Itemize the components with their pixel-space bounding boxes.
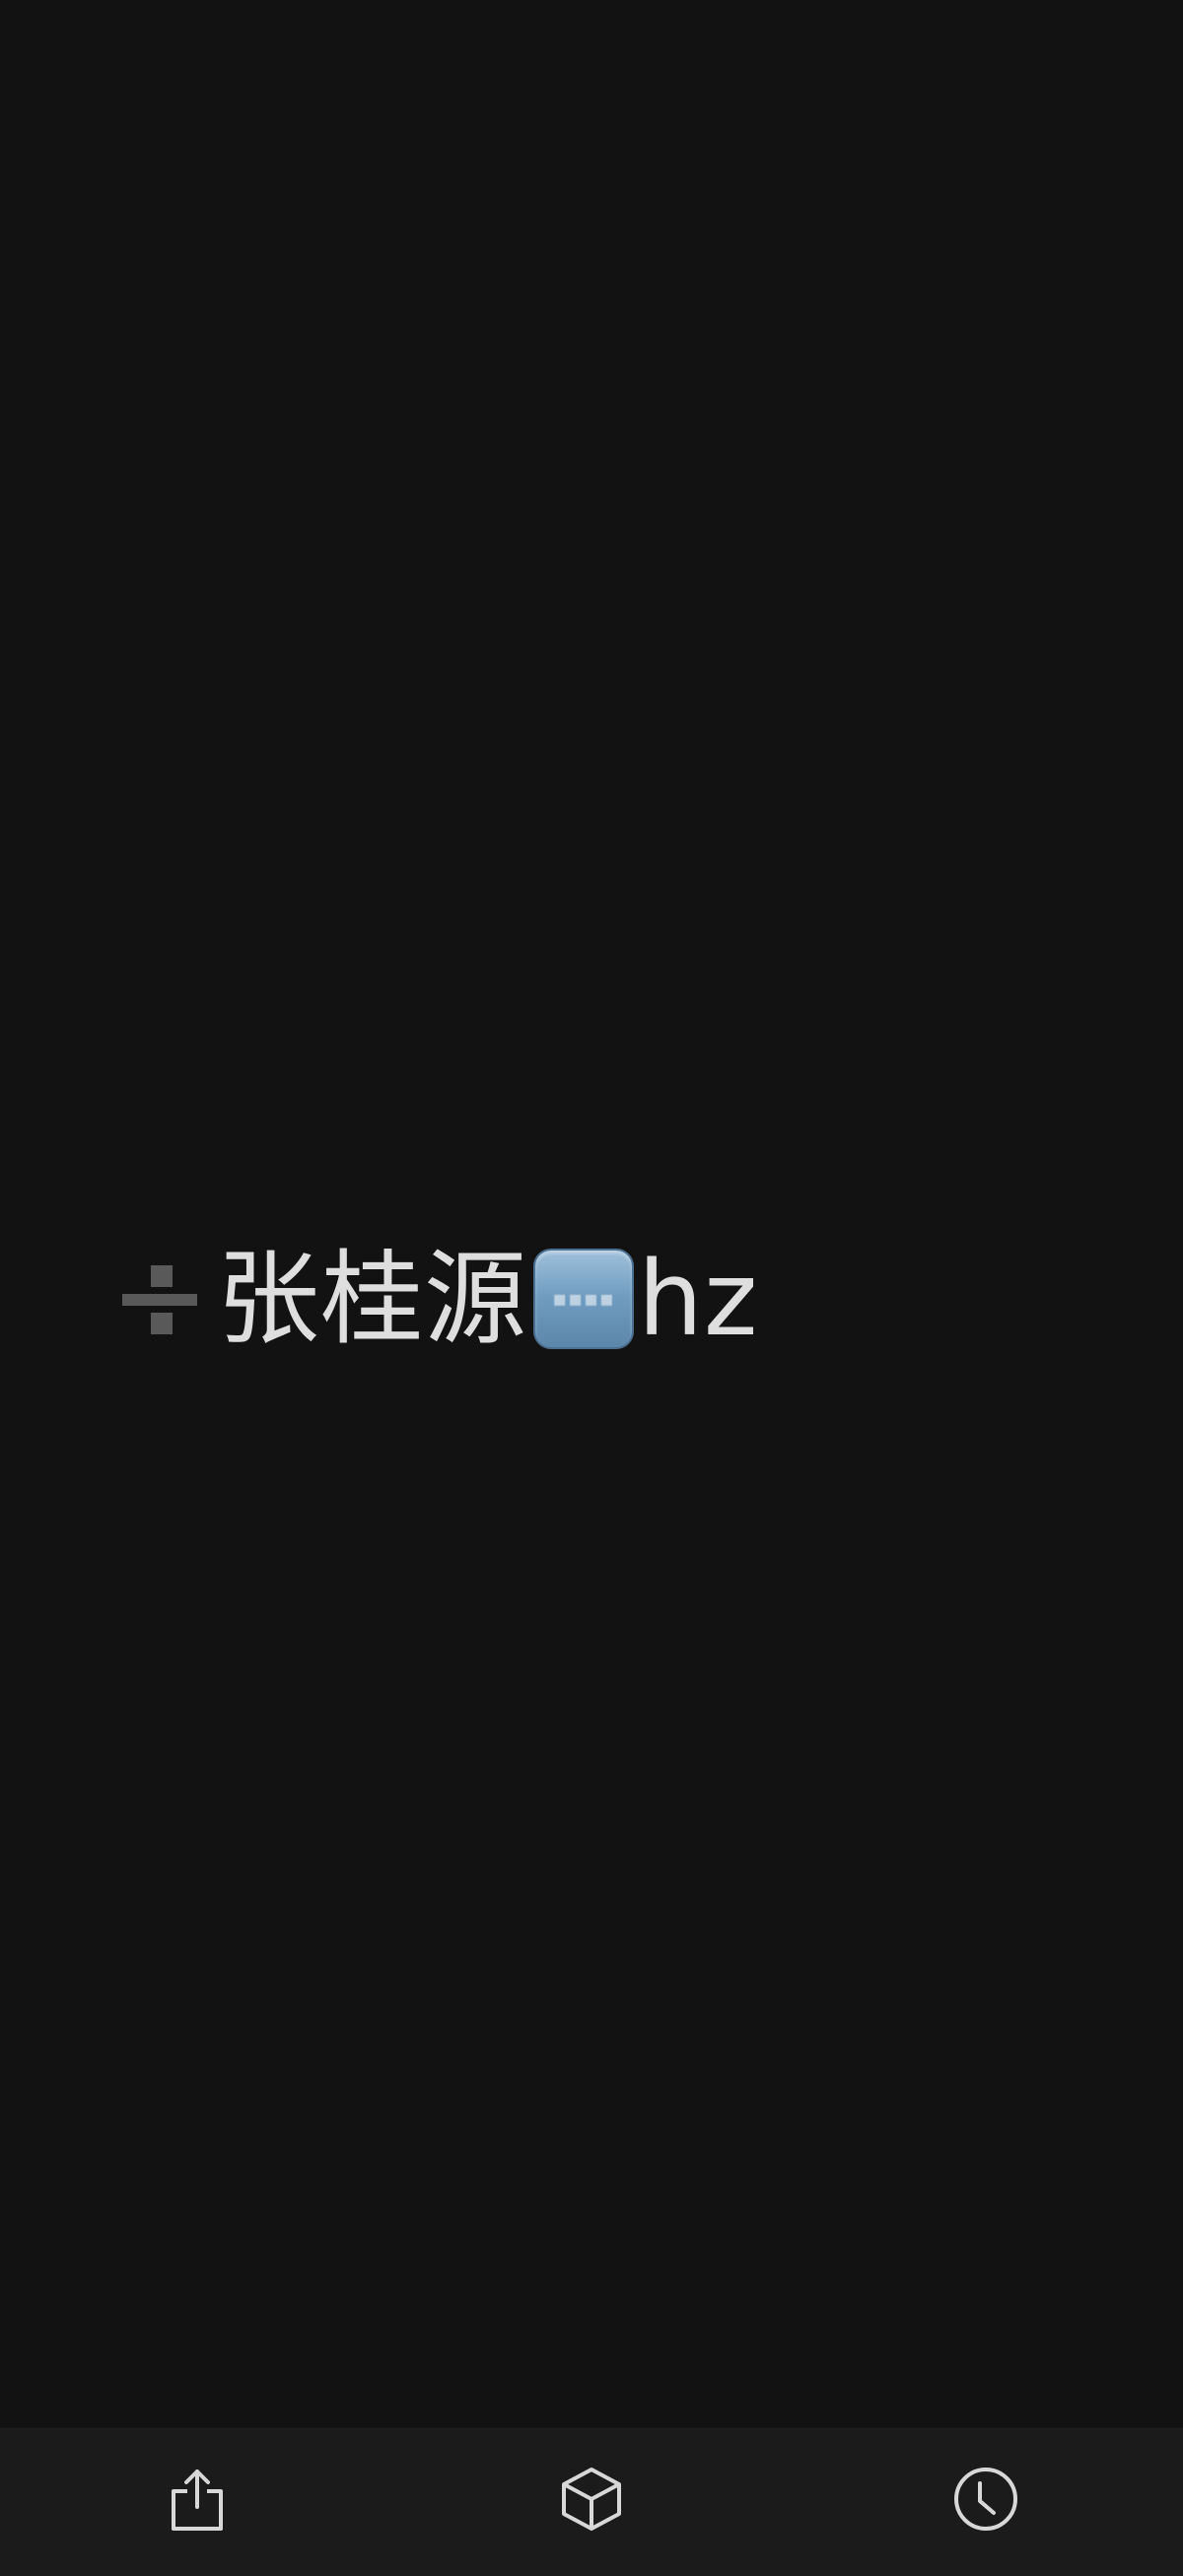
share-button[interactable] bbox=[148, 2450, 246, 2548]
bottom-toolbar bbox=[0, 2428, 1183, 2576]
badge-blurred-glyphs: ▪▪▪▪ bbox=[552, 1286, 615, 1312]
caption-suffix: hz bbox=[638, 1239, 759, 1359]
blue-key-badge-icon: ▪▪▪▪ bbox=[533, 1249, 635, 1349]
3d-view-button[interactable] bbox=[542, 2450, 641, 2548]
caption-row: 张桂源 ▪▪▪▪ hz bbox=[118, 1245, 759, 1353]
caption-name: 张桂源 bbox=[217, 1239, 528, 1359]
divide-sign-icon bbox=[118, 1257, 201, 1340]
history-button[interactable] bbox=[937, 2450, 1035, 2548]
cube-3d-icon bbox=[562, 2468, 621, 2531]
image-viewer[interactable]: 张桂源 ▪▪▪▪ hz bbox=[0, 0, 1183, 2428]
share-icon bbox=[172, 2469, 223, 2531]
clock-icon bbox=[954, 2468, 1017, 2531]
